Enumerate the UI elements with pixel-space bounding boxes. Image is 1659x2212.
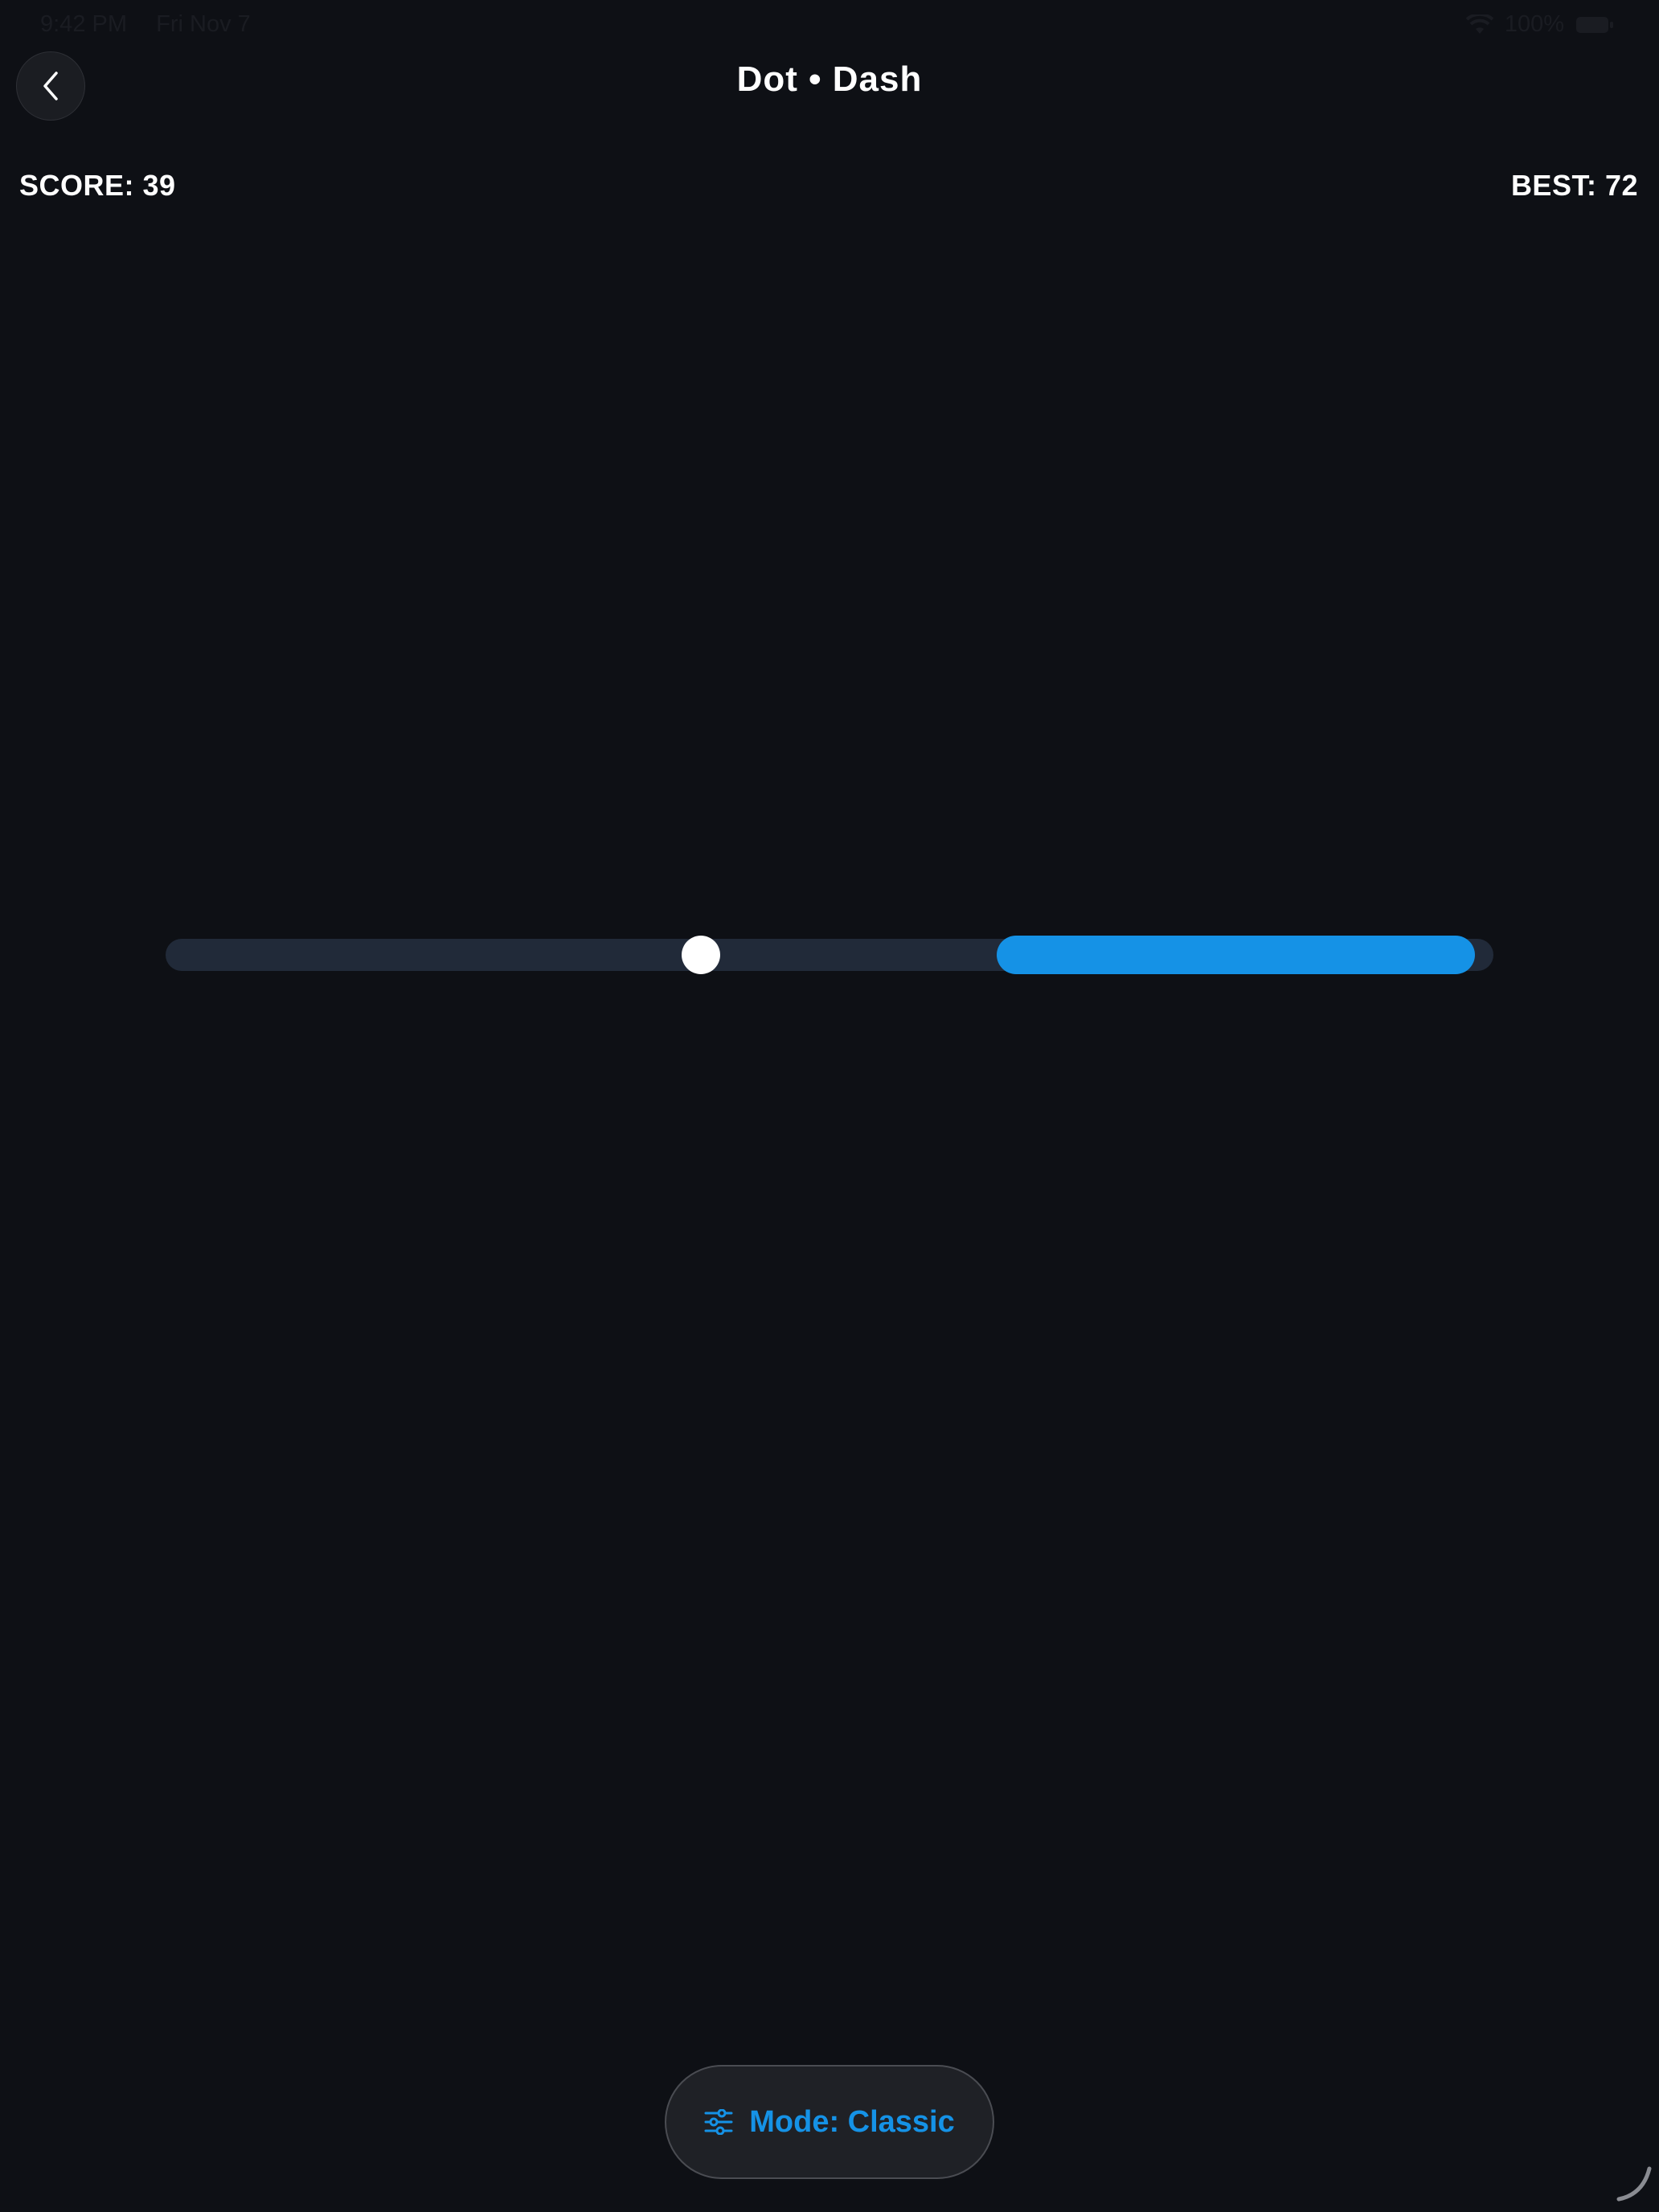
mode-button-label: Mode: Classic (749, 2104, 955, 2139)
status-bar: 9:42 PM Fri Nov 7 100% (0, 0, 1659, 51)
dash-bar (997, 936, 1475, 974)
page-title: Dot • Dash (736, 59, 923, 99)
resize-handle-icon (1614, 2164, 1654, 2204)
status-right: 100% (1465, 11, 1614, 38)
status-time: 9:42 PM Fri Nov 7 (40, 11, 251, 38)
mode-button[interactable]: Mode: Classic (665, 2065, 994, 2179)
status-date-text: Fri Nov 7 (156, 11, 251, 37)
best-score-label: BEST: 72 (1510, 169, 1638, 202)
sliders-icon (704, 2109, 733, 2135)
player-dot[interactable] (681, 936, 720, 974)
score-label: SCORE: 39 (19, 169, 176, 202)
battery-percent: 100% (1504, 11, 1564, 37)
game-track[interactable] (166, 936, 1493, 974)
status-time-text: 9:42 PM (40, 11, 127, 37)
game-screen: 9:42 PM Fri Nov 7 100% Dot • Dash SCORE:… (0, 0, 1659, 2212)
battery-icon (1575, 15, 1614, 35)
wifi-icon (1465, 14, 1493, 35)
